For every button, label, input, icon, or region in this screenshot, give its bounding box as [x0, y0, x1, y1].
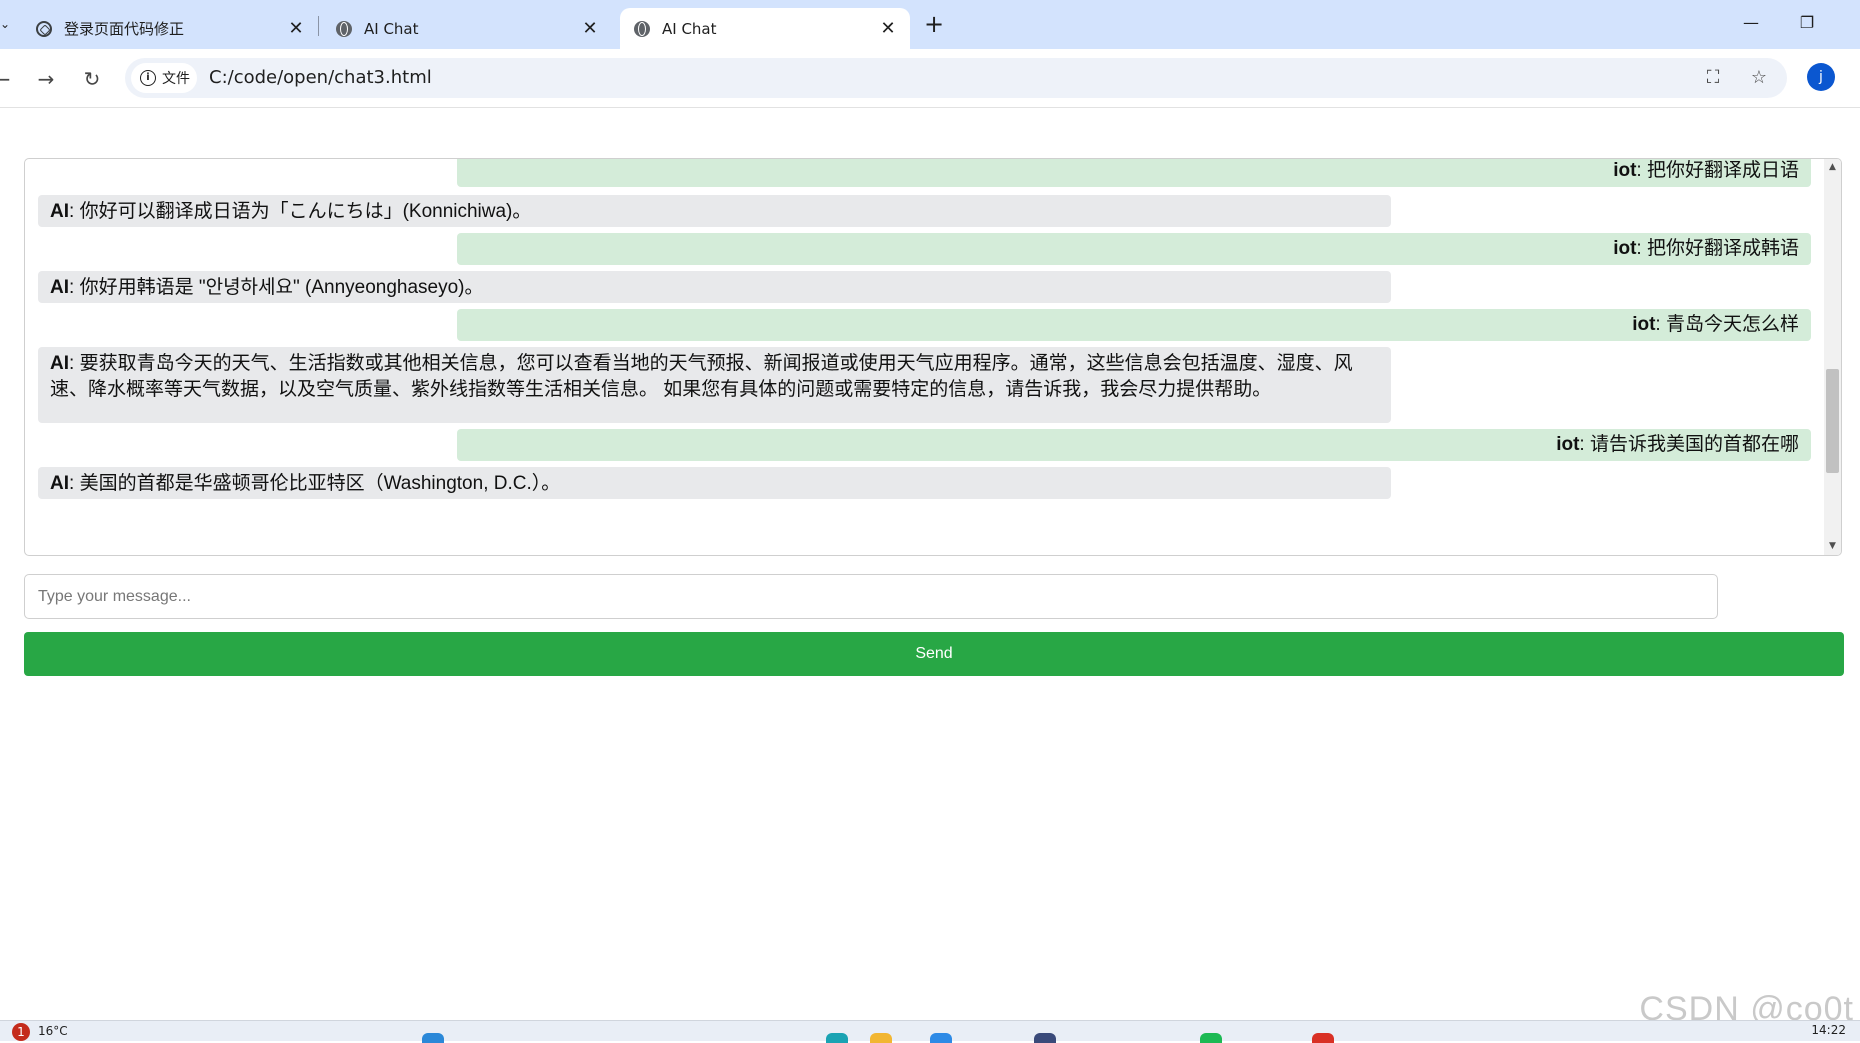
chrome-icon[interactable]: [1312, 1033, 1334, 1043]
close-tab-icon[interactable]: ✕: [284, 17, 308, 41]
tab-separator: [318, 16, 319, 36]
scrollbar-thumb[interactable]: [1826, 369, 1839, 473]
folder-icon[interactable]: [870, 1033, 892, 1043]
back-arrow-icon[interactable]: ←: [0, 63, 18, 95]
user-message: iot: 请告诉我美国的首都在哪: [457, 429, 1811, 461]
chat-scrollbar[interactable]: ▲ ▼: [1824, 159, 1841, 555]
message-text: 请告诉我美国的首都在哪: [1589, 434, 1799, 455]
ai-message: AI: 要获取青岛今天的天气、生活指数或其他相关信息，您可以查看当地的天气预报、…: [38, 347, 1391, 423]
tab-ai-chat-active[interactable]: AI Chat ✕: [620, 8, 910, 49]
user-message: iot: 把你好翻译成日语: [457, 159, 1811, 187]
message-input[interactable]: [24, 574, 1718, 619]
message-text: 青岛今天怎么样: [1665, 314, 1799, 335]
globe-icon: [634, 20, 650, 37]
start-icon[interactable]: [422, 1033, 444, 1043]
message-text: 美国的首都是华盛顿哥伦比亚特区（Washington, D.C.）。: [79, 473, 561, 494]
taskbar-app-icon[interactable]: [1200, 1033, 1222, 1043]
minimize-window-button[interactable]: —: [1728, 8, 1774, 38]
message-sender: iot: [1613, 238, 1637, 259]
message-sender: iot: [1613, 160, 1637, 181]
reload-icon[interactable]: ↻: [76, 63, 108, 95]
close-tab-icon[interactable]: ✕: [578, 17, 602, 41]
message-sender: AI: [50, 473, 69, 494]
user-message: iot: 青岛今天怎么样: [457, 309, 1811, 341]
scroll-up-arrow-icon[interactable]: ▲: [1824, 159, 1841, 176]
message-text: 你好可以翻译成日语为「こんにちは」(Konnichiwa)。: [79, 201, 532, 222]
message-sender: iot: [1632, 314, 1656, 335]
address-bar[interactable]: i 文件 C:/code/open/chat3.html ⛶ ☆: [125, 58, 1787, 98]
translate-icon[interactable]: ⛶: [1701, 66, 1725, 90]
bookmark-star-icon[interactable]: ☆: [1747, 66, 1771, 90]
url-text[interactable]: C:/code/open/chat3.html: [209, 67, 432, 88]
message-sender: iot: [1556, 434, 1580, 455]
profile-avatar[interactable]: j: [1807, 63, 1835, 91]
message-text: 把你好翻译成韩语: [1646, 238, 1799, 259]
ai-message: AI: 你好用韩语是 "안녕하세요" (Annyeonghaseyo)。: [38, 271, 1391, 303]
scroll-down-arrow-icon[interactable]: ▼: [1824, 538, 1841, 555]
taskbar-app-icon[interactable]: [930, 1033, 952, 1043]
message-sender: AI: [50, 201, 69, 222]
send-button[interactable]: Send: [24, 632, 1844, 676]
site-info-chip[interactable]: i 文件: [131, 63, 197, 93]
site-chip-label: 文件: [162, 71, 190, 87]
ai-message: AI: 你好可以翻译成日语为「こんにちは」(Konnichiwa)。: [38, 195, 1391, 227]
weather-temperature[interactable]: 16°C: [38, 1024, 68, 1038]
tab-ai-chat-1[interactable]: AI Chat ✕: [322, 8, 612, 49]
new-tab-button[interactable]: +: [920, 10, 948, 38]
tab-strip: ⌄ 登录页面代码修正 ✕ AI Chat ✕ AI Chat ✕ + — ❐: [0, 0, 1860, 49]
taskbar: 1 16°C 14:22: [0, 1020, 1860, 1043]
ai-message: AI: 美国的首都是华盛顿哥伦比亚特区（Washington, D.C.）。: [38, 467, 1391, 499]
taskbar-app-icon[interactable]: [826, 1033, 848, 1043]
message-sender: AI: [50, 277, 69, 298]
message-sender: AI: [50, 353, 69, 374]
taskbar-app-icon[interactable]: [1034, 1033, 1056, 1043]
browser-toolbar: ← → ↻ i 文件 C:/code/open/chat3.html ⛶ ☆ j: [0, 49, 1860, 108]
forward-arrow-icon[interactable]: →: [30, 63, 62, 95]
info-icon: i: [140, 70, 156, 86]
page-content: iot: 把你好翻译成日语 AI: 你好可以翻译成日语为「こんにちは」(Konn…: [0, 108, 1860, 1028]
close-tab-icon[interactable]: ✕: [876, 17, 900, 41]
tab-search-chevron-icon[interactable]: ⌄: [0, 14, 10, 34]
tab-title: AI Chat: [662, 19, 717, 38]
message-text: 要获取青岛今天的天气、生活指数或其他相关信息，您可以查看当地的天气预报、新闻报道…: [50, 353, 1353, 400]
taskbar-clock[interactable]: 14:22: [1811, 1023, 1846, 1037]
weather-alert-badge[interactable]: 1: [12, 1023, 30, 1041]
chat-container: iot: 把你好翻译成日语 AI: 你好可以翻译成日语为「こんにちは」(Konn…: [24, 158, 1842, 556]
tab-login-code-fix[interactable]: 登录页面代码修正 ✕: [22, 8, 318, 49]
message-text: 你好用韩语是 "안녕하세요" (Annyeonghaseyo)。: [79, 277, 484, 298]
user-message: iot: 把你好翻译成韩语: [457, 233, 1811, 265]
message-text: 把你好翻译成日语: [1646, 160, 1799, 181]
globe-icon: [336, 20, 352, 37]
chatgpt-icon: [36, 20, 52, 37]
tab-title: 登录页面代码修正: [64, 20, 185, 38]
tab-title: AI Chat: [364, 19, 419, 38]
chat-messages[interactable]: iot: 把你好翻译成日语 AI: 你好可以翻译成日语为「こんにちは」(Konn…: [25, 159, 1825, 555]
restore-window-button[interactable]: ❐: [1784, 8, 1830, 38]
